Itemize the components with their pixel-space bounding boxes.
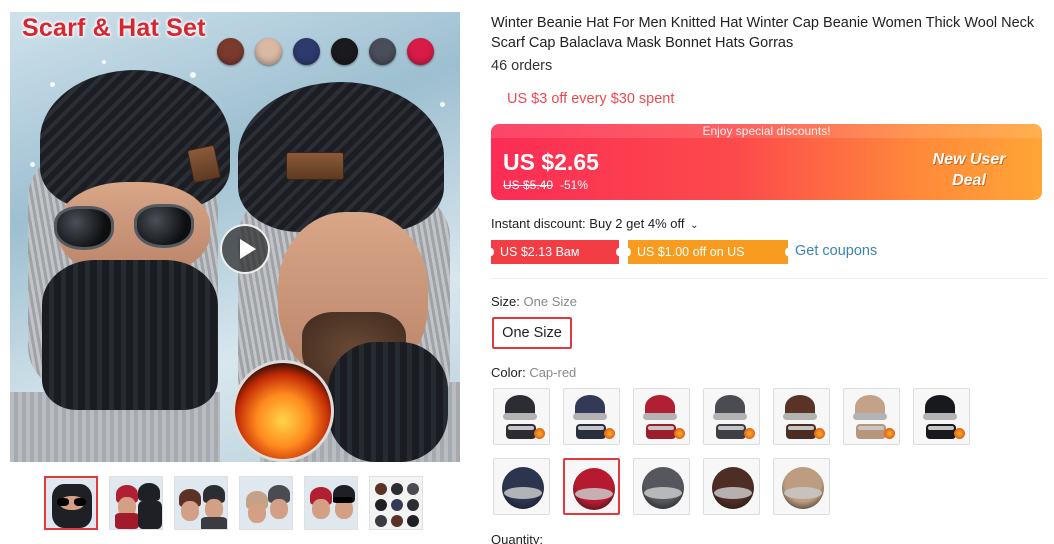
play-video-button[interactable]	[220, 224, 270, 274]
color-swatch-option[interactable]	[703, 388, 760, 445]
color-swatch-option[interactable]	[703, 458, 760, 515]
coupon-badge-orange[interactable]: US $1.00 off on US $18.00	[625, 240, 791, 283]
product-title: Winter Beanie Hat For Men Knitted Hat Wi…	[491, 15, 1035, 51]
get-coupons-link[interactable]: Get coupons	[795, 243, 877, 259]
section-divider	[491, 278, 1047, 279]
snow-decoration	[190, 72, 196, 78]
color-swatch-option[interactable]	[843, 388, 900, 445]
quantity-label: Quantity:	[491, 532, 544, 544]
banner-color-dot	[369, 38, 396, 65]
thumbnail-5[interactable]	[304, 476, 358, 530]
instant-discount-label: Instant discount:	[491, 216, 586, 231]
main-product-image[interactable]: Scarf & Hat Set	[10, 12, 460, 462]
snow-decoration	[50, 82, 55, 87]
color-swatch-option[interactable]	[773, 388, 830, 445]
original-price: US $5.40	[503, 178, 554, 192]
new-user-deal-label: New User Deal	[932, 151, 1006, 189]
banner-title: Scarf & Hat Set	[22, 14, 206, 42]
sunglasses-left-lens	[54, 206, 114, 250]
size-label: Size:	[491, 294, 520, 309]
size-label-row: Size: One Size	[491, 294, 577, 309]
size-option-one-size[interactable]: One Size	[492, 317, 572, 349]
thumbnail-4[interactable]	[239, 476, 293, 530]
color-swatch-option[interactable]	[773, 458, 830, 515]
thumbnail-1[interactable]	[44, 476, 98, 530]
color-swatch-option[interactable]	[913, 388, 970, 445]
discount-percent: -51%	[560, 178, 589, 192]
scarf-right	[328, 342, 448, 462]
coupon-badge-red[interactable]: US $2.13 Вам купон	[488, 240, 622, 283]
sunglasses-right-lens	[134, 204, 194, 248]
discount-banner-text: Enjoy special discounts!	[491, 124, 1042, 138]
color-label-row: Color: Cap-red	[491, 365, 576, 380]
instant-discount[interactable]: Instant discount: Buy 2 get 4% off ⌄	[491, 216, 698, 231]
chevron-down-icon: ⌄	[690, 220, 699, 231]
banner-color-dot	[217, 38, 244, 65]
banner-color-dot	[331, 38, 358, 65]
hat-label-right	[286, 152, 344, 180]
color-swatch-option[interactable]	[563, 458, 620, 515]
thumbnail-2[interactable]	[109, 476, 163, 530]
size-selected-value: One Size	[523, 294, 578, 309]
snow-decoration	[440, 102, 445, 107]
scarf-left	[42, 260, 218, 410]
color-label: Color:	[491, 365, 526, 380]
price-banner: Enjoy special discounts! US $2.65 US $5.…	[491, 124, 1042, 200]
snow-decoration	[30, 162, 35, 167]
thumbnail-6[interactable]	[369, 476, 423, 530]
current-price: US $2.65	[503, 149, 599, 175]
thumbnail-3[interactable]	[174, 476, 228, 530]
banner-color-dot	[255, 38, 282, 65]
color-selected-value: Cap-red	[529, 365, 577, 380]
store-promo-text: US $3 off every $30 spent	[507, 91, 675, 107]
snow-decoration	[102, 60, 106, 64]
color-swatch-option[interactable]	[633, 458, 690, 515]
banner-color-dot	[293, 38, 320, 65]
order-count: 46 orders	[491, 58, 553, 74]
instant-discount-value: Buy 2 get 4% off	[589, 216, 685, 231]
color-swatch-option[interactable]	[493, 458, 550, 515]
color-swatch-option[interactable]	[493, 388, 550, 445]
color-swatch-option[interactable]	[563, 388, 620, 445]
color-swatch-option[interactable]	[633, 388, 690, 445]
banner-color-dot	[407, 38, 434, 65]
thermal-flame-badge	[232, 360, 334, 462]
